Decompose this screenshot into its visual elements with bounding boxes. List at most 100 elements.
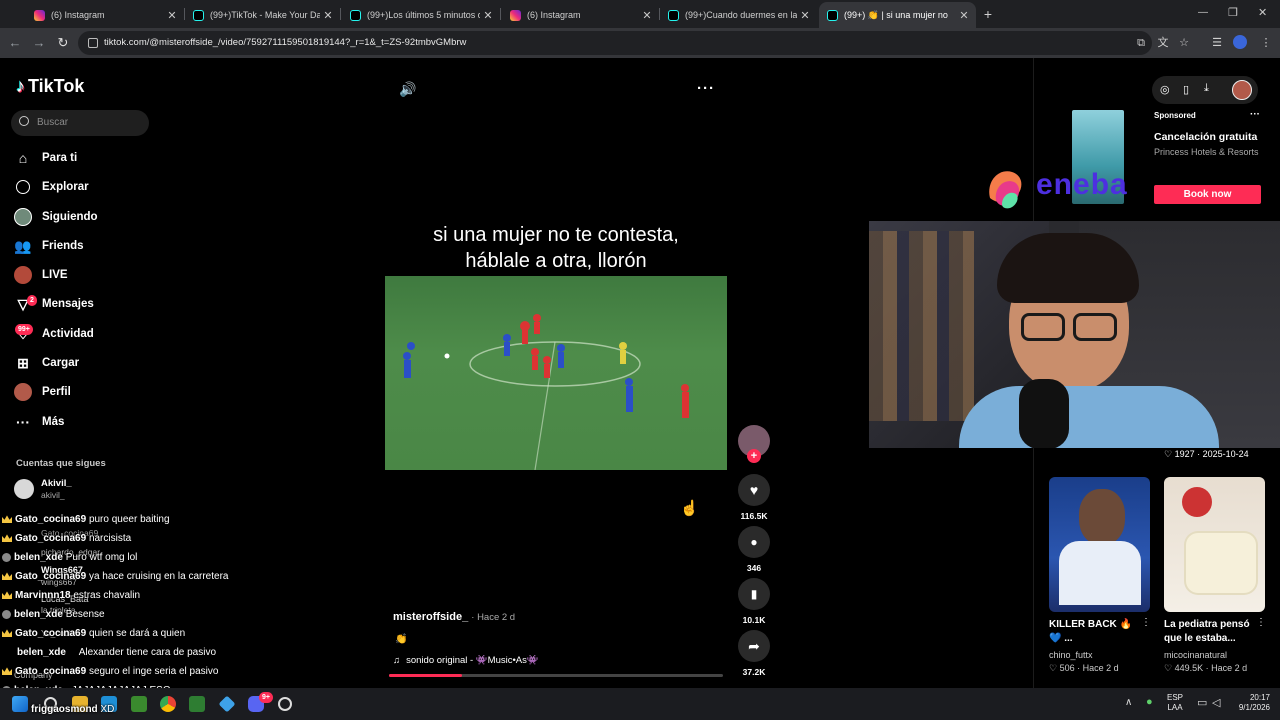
search-input[interactable]: Buscar bbox=[11, 110, 149, 136]
webcam-shirt bbox=[959, 386, 1219, 448]
close-window-button[interactable]: ✕ bbox=[1258, 6, 1267, 19]
sidebar-item-label: LIVE bbox=[42, 269, 68, 281]
related-meta-2: ♡ 449.5K · Hace 2 d bbox=[1164, 663, 1248, 673]
search-placeholder: Buscar bbox=[37, 117, 69, 128]
chat-text: ya hace cruising en la carretera bbox=[88, 571, 229, 582]
url-field[interactable]: tiktok.com/@misteroffside_/video/7592711… bbox=[78, 31, 1152, 55]
chevron-up-icon[interactable]: ∧ bbox=[1125, 697, 1132, 708]
sidebar-item-label: Perfil bbox=[42, 386, 71, 398]
chat-user: belen_xde bbox=[14, 552, 63, 563]
close-icon[interactable]: ✕ bbox=[956, 9, 972, 22]
clock-time: 20:17 bbox=[1249, 693, 1270, 702]
close-icon[interactable]: ✕ bbox=[480, 9, 496, 22]
related-more-icon-2[interactable]: ⋮ bbox=[1256, 617, 1266, 628]
user-avatar[interactable] bbox=[1232, 80, 1252, 100]
chrome-icon[interactable] bbox=[160, 696, 176, 712]
sidebar-item-friends[interactable]: 👥 Friends bbox=[14, 234, 83, 258]
video-author[interactable]: misteroffside_ · Hace 2 d bbox=[393, 611, 515, 623]
download-icon[interactable]: ⤓ bbox=[1204, 82, 1209, 95]
tab-tiktok-home[interactable]: (99+)TikTok - Make Your Day ✕ bbox=[185, 2, 340, 28]
sidebar-item-mas[interactable]: ··· Más bbox=[14, 410, 64, 434]
hand-cursor-icon: ☝ bbox=[680, 500, 699, 517]
taskbar: 9+ ∧ ● ESP LAA ▭ ◁ 20:17 9/1/2026 bbox=[0, 688, 1280, 720]
minimize-button[interactable]: — bbox=[1198, 7, 1208, 18]
related-author-1[interactable]: chino_futtx bbox=[1049, 650, 1093, 660]
tiktok-logo[interactable]: ♪ TikTok bbox=[16, 76, 84, 97]
share-button[interactable]: ➦ bbox=[738, 630, 770, 662]
app-icon-diamond[interactable] bbox=[218, 695, 236, 713]
video-progress-bar[interactable] bbox=[389, 674, 723, 677]
minecraft-icon[interactable] bbox=[131, 696, 147, 712]
follow-plus-icon[interactable]: + bbox=[747, 449, 761, 463]
following-section-title: Cuentas que sigues bbox=[16, 458, 106, 469]
sidebar-item-live[interactable]: LIVE bbox=[14, 263, 68, 287]
related-video-thumbnail-1[interactable] bbox=[1049, 477, 1150, 612]
reload-icon[interactable]: ↻ bbox=[54, 34, 72, 52]
site-info-icon[interactable] bbox=[88, 38, 98, 48]
related-video-title-2[interactable]: La pediatra pensó que le estaba... bbox=[1164, 618, 1256, 646]
crown-icon bbox=[2, 591, 12, 600]
browser-menu-icon[interactable]: ⋮ bbox=[1258, 35, 1274, 51]
chat-message: friggaosmond XD bbox=[2, 704, 114, 715]
bookmark-star-icon[interactable]: ☆ bbox=[1176, 35, 1192, 51]
new-tab-button[interactable]: + bbox=[980, 6, 996, 22]
chat-user: Gato_cocina69 bbox=[15, 533, 87, 544]
clock[interactable]: 20:17 9/1/2026 bbox=[1230, 693, 1270, 713]
tab-instagram-1[interactable]: (6) Instagram ✕ bbox=[26, 2, 184, 28]
video-sound[interactable]: ♫ sonido original - 👾Music•As👾 bbox=[393, 655, 539, 666]
install-app-icon[interactable]: ⧉ bbox=[1133, 35, 1149, 51]
forward-icon[interactable]: → bbox=[30, 34, 48, 52]
maximize-button[interactable]: ❐ bbox=[1228, 6, 1238, 19]
sidebar-item-para-ti[interactable]: ⌂ Para ti bbox=[14, 146, 77, 170]
obs-icon[interactable] bbox=[278, 697, 292, 711]
following-account[interactable]: Akivil_ akivil_ bbox=[14, 478, 154, 502]
sidebar-item-explorar[interactable]: Explorar bbox=[14, 175, 89, 199]
chat-text: Besense bbox=[65, 609, 105, 620]
related-video-thumbnail-2[interactable] bbox=[1164, 477, 1265, 612]
heart-icon: ♥ bbox=[749, 482, 759, 498]
close-icon[interactable]: ✕ bbox=[320, 9, 336, 22]
close-icon[interactable]: ✕ bbox=[639, 9, 655, 22]
discover-icon[interactable]: ◎ bbox=[1160, 83, 1170, 96]
related-author-2[interactable]: micocinanatural bbox=[1164, 650, 1227, 660]
video-stats: ♡ 1927 · 2025-10-24 bbox=[1164, 449, 1249, 460]
bookmark-icon: ▮ bbox=[750, 587, 758, 601]
app-icon-green[interactable] bbox=[189, 696, 205, 712]
reading-list-icon[interactable]: ☰ bbox=[1209, 35, 1225, 51]
sidebar-item-perfil[interactable]: Perfil bbox=[14, 380, 71, 404]
sidebar-item-cargar[interactable]: ⊞ Cargar bbox=[14, 351, 79, 375]
close-icon[interactable]: ✕ bbox=[797, 9, 813, 22]
profile-avatar-icon[interactable] bbox=[1233, 35, 1249, 51]
share-count: 37.2K bbox=[742, 667, 766, 677]
book-now-button[interactable]: Book now bbox=[1154, 185, 1261, 204]
save-button[interactable]: ▮ bbox=[738, 578, 770, 610]
tab-instagram-2[interactable]: (6) Instagram ✕ bbox=[502, 2, 659, 28]
monitor-icon[interactable]: ▭ bbox=[1197, 696, 1207, 709]
video-frame[interactable] bbox=[385, 276, 727, 470]
close-icon[interactable]: ✕ bbox=[164, 9, 180, 22]
discord-badge: 9+ bbox=[259, 692, 273, 703]
volume-icon[interactable]: 🔊 bbox=[399, 81, 416, 98]
like-button[interactable]: ♥ bbox=[738, 474, 770, 506]
microphone-icon[interactable]: ● bbox=[1146, 696, 1153, 708]
progress-fill bbox=[389, 674, 463, 677]
video-more-icon[interactable]: ··· bbox=[697, 80, 715, 97]
sidebar-item-mensajes[interactable]: ▽ Mensajes bbox=[14, 292, 94, 316]
related-video-title-1[interactable]: KILLER BACK 🔥 💙 ... bbox=[1049, 618, 1139, 646]
related-more-icon-1[interactable]: ⋮ bbox=[1141, 617, 1151, 628]
sidebar-item-label: Mensajes bbox=[42, 298, 94, 310]
comment-button[interactable]: ● bbox=[738, 526, 770, 558]
translate-icon[interactable]: 文 bbox=[1155, 35, 1171, 51]
football-pitch-image bbox=[403, 314, 689, 470]
tab-tiktok-video-2[interactable]: (99+)Cuando duermes en la ca ✕ bbox=[660, 2, 817, 28]
ad-more-icon[interactable]: ··· bbox=[1250, 109, 1260, 120]
tiktok-icon bbox=[193, 9, 204, 21]
speaker-icon[interactable]: ◁ bbox=[1212, 696, 1220, 709]
tab-tiktok-video-1[interactable]: (99+)Los últimos 5 minutos de ✕ bbox=[342, 2, 500, 28]
device-icon[interactable]: ▯ bbox=[1183, 83, 1189, 96]
back-icon[interactable]: ← bbox=[6, 34, 24, 52]
sidebar-item-siguiendo[interactable]: Siguiendo bbox=[14, 205, 98, 229]
language-indicator[interactable]: ESP LAA bbox=[1167, 693, 1183, 713]
post-time: · Hace 2 d bbox=[471, 612, 516, 623]
tab-tiktok-active[interactable]: (99+) 👏 | si una mujer no ✕ bbox=[819, 2, 976, 28]
